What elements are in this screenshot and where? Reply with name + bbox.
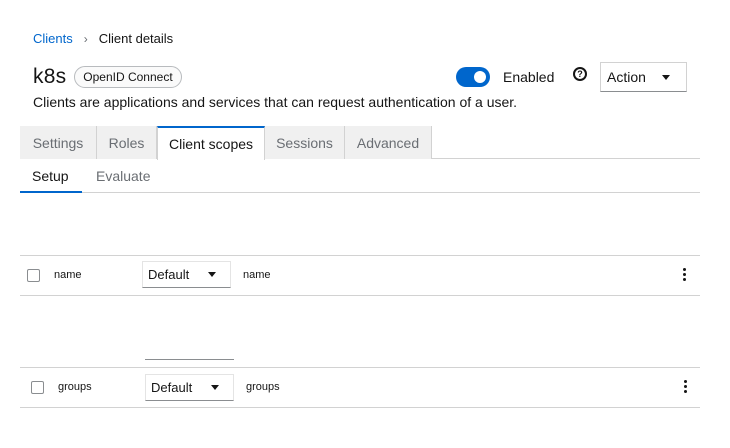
assigned-type-dropdown[interactable]: Default <box>142 261 231 288</box>
assigned-type-label: Default <box>148 267 190 282</box>
row-divider <box>20 367 700 368</box>
breadcrumb-clients-link[interactable]: Clients <box>33 31 73 46</box>
kebab-menu-icon[interactable] <box>684 380 688 395</box>
tab-roles-label: Roles <box>108 134 145 151</box>
row-select-checkbox[interactable] <box>31 381 44 394</box>
tab-sessions[interactable]: Sessions <box>265 126 345 159</box>
row-divider <box>20 255 700 256</box>
question-circle-icon[interactable]: ? <box>573 67 587 81</box>
tab-sessions-label: Sessions <box>276 134 333 151</box>
breadcrumb: Clients › Client details <box>33 31 173 46</box>
subtab-evaluate[interactable]: Evaluate <box>96 168 150 184</box>
protocol-badge: OpenID Connect <box>74 66 182 88</box>
chevron-right-icon: › <box>83 31 88 46</box>
tab-roles[interactable]: Roles <box>97 126 157 159</box>
row-select-checkbox[interactable] <box>27 269 40 282</box>
row-divider <box>20 407 700 408</box>
select-underline <box>145 359 234 360</box>
tab-settings-label: Settings <box>32 134 84 151</box>
caret-down-icon <box>662 75 670 80</box>
tab-settings[interactable]: Settings <box>20 126 97 159</box>
assigned-type-dropdown[interactable]: Default <box>145 374 234 401</box>
kebab-menu-icon[interactable] <box>683 268 687 283</box>
action-dropdown[interactable]: Action <box>600 62 687 92</box>
tab-client-scopes[interactable]: Client scopes <box>157 126 265 160</box>
page-description: Clients are applications and services th… <box>33 94 518 110</box>
page-title: k8s <box>33 65 67 88</box>
enabled-label: Enabled <box>503 69 555 85</box>
subtab-setup[interactable]: Setup <box>32 168 69 184</box>
assigned-type-label: Default <box>151 380 193 395</box>
scope-description: name <box>243 269 271 281</box>
enabled-toggle[interactable] <box>456 67 490 87</box>
scope-name[interactable]: name <box>54 269 82 281</box>
tab-advanced-label: Advanced <box>356 134 420 151</box>
scope-name[interactable]: groups <box>58 381 92 393</box>
caret-down-icon <box>208 272 216 277</box>
active-subtab-indicator <box>20 191 82 193</box>
title-row: k8s OpenID Connect <box>33 65 182 89</box>
row-divider <box>20 295 700 296</box>
toggle-knob <box>474 71 486 83</box>
scope-description: groups <box>246 381 280 393</box>
client-scopes-subtabs: Setup Evaluate <box>20 160 700 193</box>
breadcrumb-current: Client details <box>98 31 174 46</box>
caret-down-icon <box>211 385 219 390</box>
action-dropdown-label: Action <box>607 69 646 85</box>
tab-client-scopes-label: Client scopes <box>168 136 254 152</box>
client-tabs: Settings Roles Client scopes Sessions Ad… <box>20 126 700 160</box>
tab-advanced[interactable]: Advanced <box>345 126 432 159</box>
